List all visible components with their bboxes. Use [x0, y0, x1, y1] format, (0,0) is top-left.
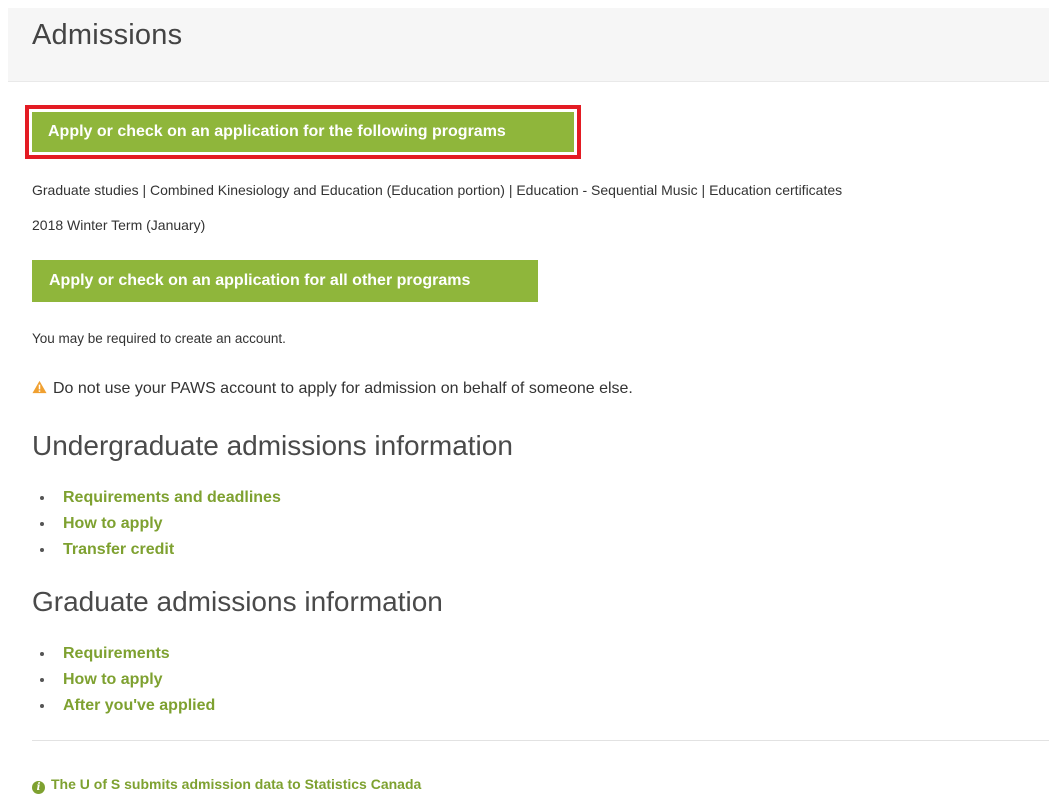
page: Admissions Apply or check on an applicat…: [0, 0, 1049, 794]
page-header: Admissions: [8, 8, 1049, 82]
requirements-and-deadlines-link[interactable]: Requirements and deadlines: [63, 489, 281, 506]
term-text: 2018 Winter Term (January): [32, 217, 206, 233]
list-item: Transfer credit: [40, 537, 281, 563]
paws-warning: Do not use your PAWS account to apply fo…: [32, 380, 633, 398]
warning-text: Do not use your PAWS account to apply fo…: [53, 380, 633, 397]
highlighted-apply-region: Apply or check on an application for the…: [25, 105, 581, 159]
bullet-icon: [40, 496, 44, 500]
grad-how-to-apply-link[interactable]: How to apply: [63, 671, 163, 688]
bullet-icon: [40, 652, 44, 656]
list-item: How to apply: [40, 511, 281, 537]
warning-triangle-icon: [32, 380, 47, 394]
page-title: Admissions: [32, 19, 183, 51]
bullet-icon: [40, 678, 44, 682]
undergrad-links: Requirements and deadlines How to apply …: [40, 485, 281, 563]
statistics-canada-link[interactable]: The U of S submits admission data to Sta…: [51, 776, 421, 792]
list-item: How to apply: [40, 667, 215, 693]
section-divider: [32, 740, 1049, 741]
grad-links: Requirements How to apply After you've a…: [40, 641, 215, 719]
apply-other-programs-button[interactable]: Apply or check on an application for all…: [32, 260, 538, 302]
statistics-canada-note: i The U of S submits admission data to St…: [32, 776, 421, 794]
bullet-icon: [40, 548, 44, 552]
apply-following-programs-button[interactable]: Apply or check on an application for the…: [32, 112, 574, 152]
info-circle-icon: i: [32, 781, 45, 794]
after-you-applied-link[interactable]: After you've applied: [63, 697, 215, 714]
list-item: After you've applied: [40, 693, 215, 719]
undergrad-how-to-apply-link[interactable]: How to apply: [63, 515, 163, 532]
bullet-icon: [40, 522, 44, 526]
grad-requirements-link[interactable]: Requirements: [63, 645, 170, 662]
list-item: Requirements and deadlines: [40, 485, 281, 511]
transfer-credit-link[interactable]: Transfer credit: [63, 541, 174, 558]
account-note: You may be required to create an account…: [32, 331, 286, 346]
grad-heading: Graduate admissions information: [32, 586, 443, 617]
bullet-icon: [40, 704, 44, 708]
undergrad-heading: Undergraduate admissions information: [32, 430, 513, 461]
list-item: Requirements: [40, 641, 215, 667]
eligible-programs-text: Graduate studies | Combined Kinesiology …: [32, 182, 843, 198]
